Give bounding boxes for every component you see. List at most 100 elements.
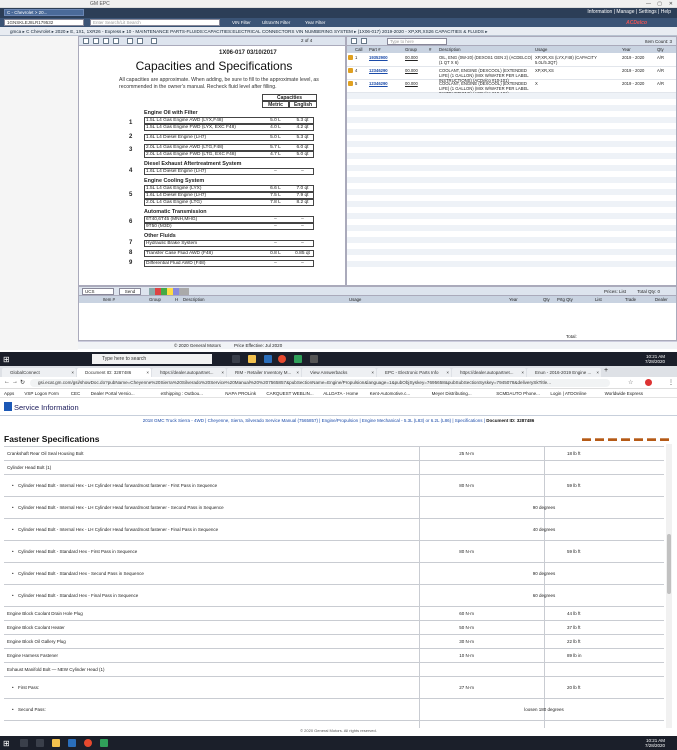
vin-filter-button[interactable]: VIN Filter xyxy=(232,19,251,26)
mail-icon[interactable] xyxy=(137,38,143,44)
ultravin-filter-button[interactable]: UltraVIN Filter xyxy=(262,19,290,26)
app2-icon[interactable] xyxy=(310,355,318,363)
top-links[interactable]: Information | Manage | Settings | Help xyxy=(587,9,671,15)
taskbar-search[interactable]: Type here to search xyxy=(92,354,212,364)
tab-label[interactable]: View Answerbacks xyxy=(310,370,347,375)
row-icons[interactable] xyxy=(348,81,353,86)
part-part[interactable]: 19352900 xyxy=(369,55,388,60)
tab-label[interactable]: Enun - 2016-2019 Engine ... xyxy=(535,370,591,375)
bookmark-item[interactable]: Worldwide Express xyxy=(605,389,643,398)
bookmark-item[interactable]: Dealer Portal Versio... xyxy=(91,389,135,398)
cart-column-header[interactable]: H xyxy=(175,296,178,303)
browser-tab[interactable]: https://dealer.autopartnet... × xyxy=(452,368,526,377)
bookmark-item[interactable]: CEC xyxy=(71,389,81,398)
browser-tab[interactable]: https://dealer.autopartnet... × xyxy=(152,368,226,377)
print-icon[interactable] xyxy=(361,38,367,44)
taskview-icon[interactable] xyxy=(36,739,44,747)
epc-breadcrumb[interactable]: gmca ▸ C Chevrolet ▸ 2020 ▸ E, 1X1, 1XR2… xyxy=(0,27,677,36)
scroll-thumb[interactable] xyxy=(667,534,671,594)
row-icons[interactable] xyxy=(348,55,353,60)
search-input[interactable]: Enter Search/Lit Search xyxy=(90,19,220,26)
row-icons[interactable] xyxy=(348,68,353,73)
bookmark-item[interactable]: VSP Logon Form xyxy=(24,389,58,398)
type-here-field[interactable]: Type to here xyxy=(387,38,447,45)
tab-close-icon[interactable]: × xyxy=(221,368,224,377)
mail-icon[interactable] xyxy=(68,739,76,747)
refresh-icon[interactable] xyxy=(151,38,157,44)
bookmark-item[interactable]: Meyer Distributing... xyxy=(432,389,472,398)
chrome-icon[interactable] xyxy=(278,355,286,363)
tab-close-icon[interactable]: × xyxy=(71,368,74,377)
start-icon[interactable]: ⊞ xyxy=(3,739,10,748)
browser-tab[interactable]: View Answerbacks × xyxy=(302,368,376,377)
cart-column-header[interactable]: Description xyxy=(183,296,205,303)
browser-tab[interactable]: RIM - Retailer Inventory M... × xyxy=(227,368,301,377)
scrollbar[interactable] xyxy=(666,444,672,728)
bookmark-item[interactable]: eShipping : Outbou... xyxy=(161,389,203,398)
image-icon[interactable] xyxy=(127,38,133,44)
part-row[interactable]: 4 12346290 00.000 COOLANT, ENGINE (DEXCOOL)… xyxy=(347,67,676,83)
si-toolbar-icons[interactable]: ▬▬▬▬▬▬▬ xyxy=(582,433,673,443)
bookmark-item[interactable]: ALLDATA - Home xyxy=(323,389,358,398)
browser-tab[interactable]: Document ID: 3287486 × xyxy=(77,368,151,377)
tab-label[interactable]: https://dealer.autopartnet... xyxy=(460,370,514,375)
parts-column-header[interactable]: Qty xyxy=(657,46,664,53)
cart-column-header[interactable]: Year xyxy=(509,296,518,303)
cart-column-header[interactable]: Item # xyxy=(103,296,115,303)
explorer-icon[interactable] xyxy=(52,739,60,747)
fit-icon[interactable] xyxy=(113,38,119,44)
cart-select[interactable]: UCS xyxy=(82,288,114,295)
cart-column-header[interactable]: Prtg Qty xyxy=(557,296,573,303)
crumb-links[interactable]: 2018 GMC Truck Sierra - 4WD | Cheyenne, … xyxy=(143,418,485,423)
parts-column-header[interactable]: Part # xyxy=(369,46,380,53)
cart-icons[interactable] xyxy=(149,288,189,295)
browser-tab[interactable]: GlobalConnect × xyxy=(2,368,76,377)
vin-field[interactable]: 1GNSKLEJ8LR179532 xyxy=(4,19,84,26)
part-part[interactable]: 12346290 xyxy=(369,81,388,86)
grid-icon[interactable] xyxy=(351,38,357,44)
app-icon[interactable] xyxy=(294,355,302,363)
extension-icon[interactable] xyxy=(645,379,652,386)
explorer-icon[interactable] xyxy=(248,355,256,363)
si-breadcrumb[interactable]: 2018 GMC Truck Sierra - 4WD | Cheyenne, … xyxy=(0,416,677,425)
browser-tab[interactable]: EPC - Electronic Parts Info × xyxy=(377,368,451,377)
tab-label[interactable]: GlobalConnect xyxy=(10,370,40,375)
menu-icon[interactable]: ⋮ xyxy=(668,379,674,386)
tab-close-icon[interactable]: × xyxy=(596,368,599,377)
cart-column-header[interactable]: Qty xyxy=(543,296,550,303)
close-icon[interactable]: ✕ xyxy=(669,1,673,7)
start-icon[interactable]: ⊞ xyxy=(3,355,10,364)
bookmark-item[interactable]: NAPA PROLink xyxy=(225,389,256,398)
browser-tab[interactable]: Enun - 2016-2019 Engine ... × xyxy=(527,368,601,377)
cart-column-header[interactable]: Trade xyxy=(625,296,636,303)
tab-label[interactable]: EPC - Electronic Parts Info xyxy=(385,370,439,375)
parts-column-header[interactable]: Year xyxy=(622,46,631,53)
chrome-icon[interactable] xyxy=(84,739,92,747)
search-icon[interactable] xyxy=(20,739,28,747)
tab-close-icon[interactable]: × xyxy=(296,368,299,377)
vehicle-select[interactable]: C - Chevrolet > 20... xyxy=(4,9,84,16)
new-tab-icon[interactable]: + xyxy=(604,367,608,374)
zoom-in-icon[interactable] xyxy=(93,38,99,44)
prices-select[interactable]: Prices: List xyxy=(604,289,626,294)
part-row[interactable]: 1 19352900 00.000 OIL, ENG (0W-20) (DEXOS1 … xyxy=(347,54,676,67)
minimize-icon[interactable]: — xyxy=(646,1,651,7)
tab-label[interactable]: Document ID: 3287486 xyxy=(85,370,131,375)
cart-column-header[interactable]: Dealer xyxy=(655,296,668,303)
tab-close-icon[interactable]: × xyxy=(446,368,449,377)
url-field[interactable]: gsi.ecat.gm.com/gsi/showDoc.do?pubName=C… xyxy=(30,379,610,387)
tab-close-icon[interactable]: × xyxy=(521,368,524,377)
year-filter-button[interactable]: Year Filter xyxy=(305,19,325,26)
back-icon[interactable]: ← xyxy=(4,379,10,385)
parts-column-header[interactable]: Usage xyxy=(535,46,547,53)
print-icon[interactable] xyxy=(83,38,89,44)
star-icon[interactable]: ☆ xyxy=(628,379,633,386)
cart-column-header[interactable]: Usage xyxy=(349,296,361,303)
part-part[interactable]: 12346290 xyxy=(369,68,388,73)
forward-icon[interactable]: → xyxy=(12,379,18,385)
send-button[interactable]: Send xyxy=(119,288,141,295)
parts-column-header[interactable]: Group xyxy=(405,46,417,53)
tab-label[interactable]: https://dealer.autopartnet... xyxy=(160,370,214,375)
bookmark-item[interactable]: Login | ATDOnline xyxy=(550,389,586,398)
reload-icon[interactable]: ↻ xyxy=(20,379,25,386)
